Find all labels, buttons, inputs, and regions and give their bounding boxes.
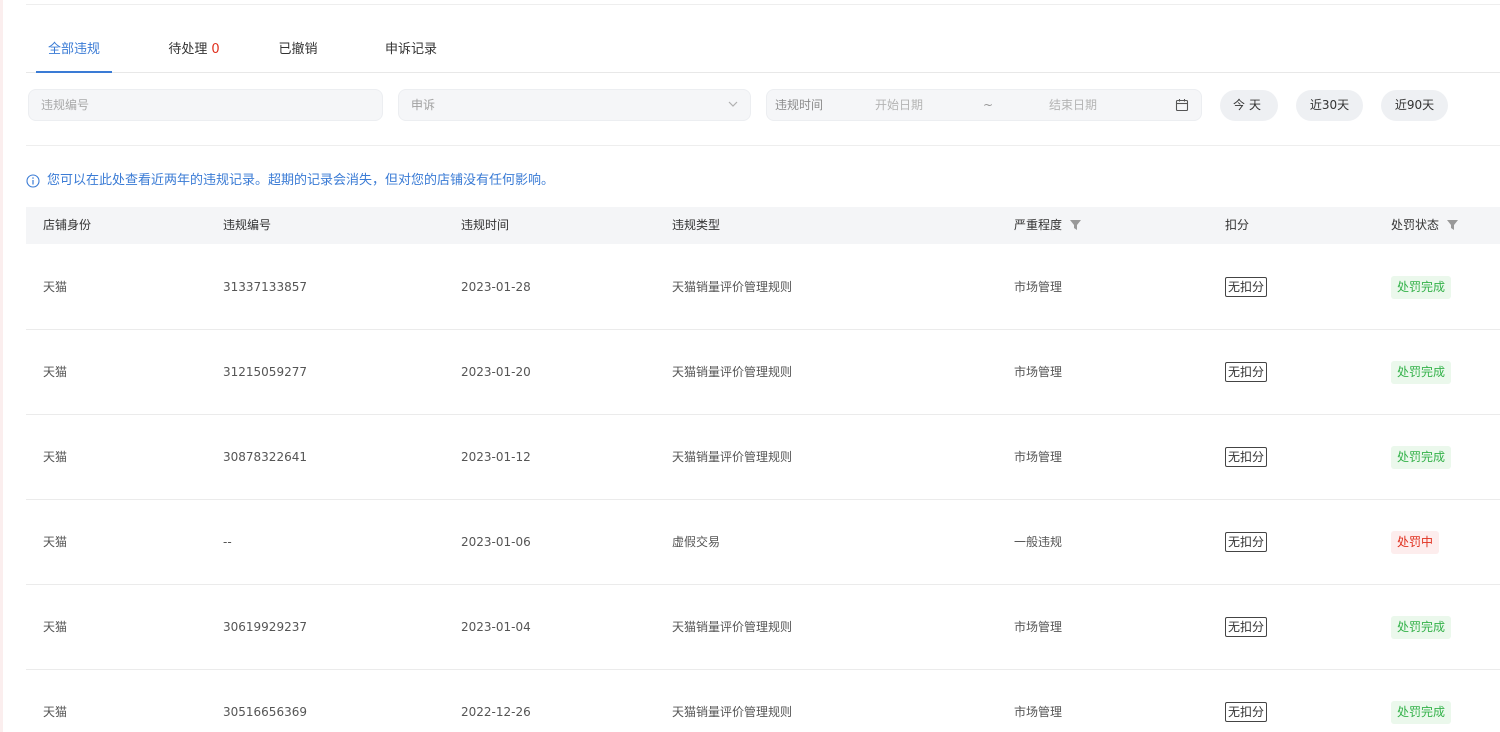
column-header-score: 扣分 — [1225, 218, 1250, 232]
end-date-input[interactable]: 结束日期 — [1049, 90, 1097, 120]
cell-violation-id: 30619929237 — [223, 620, 307, 634]
column-header-violation-type: 违规类型 — [672, 218, 721, 232]
cell-shop: 天猫 — [43, 365, 68, 379]
cell-violation-id: 30516656369 — [223, 705, 307, 719]
score-tag: 无扣分 — [1225, 447, 1268, 467]
cell-severity: 市场管理 — [1014, 280, 1063, 294]
table-row[interactable]: 天猫 31215059277 2023-01-20 天猫销量评价管理规则 市场管理 无扣分… — [26, 330, 1500, 415]
top-divider — [26, 4, 1500, 5]
cell-violation-date: 2023-01-06 — [461, 535, 531, 549]
penalty-status-badge: 处罚完成 — [1391, 616, 1452, 639]
penalty-status-badge: 处罚中 — [1391, 531, 1440, 554]
violation-id-input[interactable] — [29, 90, 382, 120]
tab-appeal-records[interactable]: 申诉记录 — [380, 30, 442, 73]
date-range-label: 违规时间 — [775, 98, 824, 112]
cell-severity: 市场管理 — [1014, 620, 1063, 634]
cell-severity: 市场管理 — [1014, 365, 1063, 379]
filter-icon[interactable] — [1447, 220, 1459, 230]
violations-page: 全部违规 待处理0 已撤销 申诉记录 申诉 违规时间 开始日期 ~ 结束日期 — [0, 0, 1500, 732]
cell-violation-id: 31215059277 — [223, 365, 307, 379]
left-gutter — [0, 0, 3, 732]
appeal-select-value: 申诉 — [411, 98, 436, 112]
score-tag: 无扣分 — [1225, 277, 1268, 297]
tab-bar: 全部违规 待处理 0 已撤销 申诉记录 — [26, 30, 1500, 73]
table-row[interactable]: 天猫 30878322641 2023-01-12 天猫销量评价管理规则 市场管理 无扣分… — [26, 415, 1500, 500]
tab-label: 全部违规 — [47, 42, 100, 57]
cell-severity: 一般违规 — [1014, 535, 1063, 549]
column-header-severity-label: 严重程度 — [1014, 218, 1063, 232]
cell-violation-type: 天猫销量评价管理规则 — [672, 280, 793, 294]
column-header-severity: 严重程度 — [1014, 207, 1082, 244]
cell-shop: 天猫 — [43, 450, 68, 464]
quick-range-90-days-button[interactable]: 近90天 — [1381, 90, 1448, 121]
table-row[interactable]: 天猫 30516656369 2022-12-26 天猫销量评价管理规则 市场管理 无扣分… — [26, 670, 1500, 732]
cell-violation-type: 天猫销量评价管理规则 — [672, 450, 793, 464]
date-range-picker[interactable]: 违规时间 开始日期 ~ 结束日期 — [766, 89, 1202, 121]
tab-all-violations[interactable]: 全部违规 — [36, 30, 112, 73]
quick-range-30-days-button[interactable]: 近30天 — [1296, 90, 1363, 121]
cell-shop: 天猫 — [43, 535, 68, 549]
cell-violation-id: 31337133857 — [223, 280, 307, 294]
column-header-shop: 店铺身份 — [43, 218, 92, 232]
column-header-violation-id: 违规编号 — [223, 218, 272, 232]
cell-violation-date: 2022-12-26 — [461, 705, 531, 719]
score-tag: 无扣分 — [1225, 617, 1268, 637]
date-separator: ~ — [983, 98, 994, 112]
filter-divider — [26, 145, 1500, 146]
pending-count-badge: 0 — [211, 42, 220, 57]
cell-shop: 天猫 — [43, 620, 68, 634]
cell-violation-date: 2023-01-28 — [461, 280, 531, 294]
column-header-penalty-status: 处罚状态 — [1391, 207, 1459, 244]
cell-violation-id: 30878322641 — [223, 450, 307, 464]
violation-id-filter — [28, 89, 383, 121]
tab-label: 已撤销 — [278, 42, 318, 57]
quick-range-today-button[interactable]: 今天 — [1220, 90, 1278, 121]
penalty-status-badge: 处罚完成 — [1391, 276, 1452, 299]
cell-violation-type: 天猫销量评价管理规则 — [672, 620, 793, 634]
cell-violation-id: -- — [223, 535, 232, 549]
cell-violation-date: 2023-01-12 — [461, 450, 531, 464]
cell-violation-type: 天猫销量评价管理规则 — [672, 705, 793, 719]
penalty-status-badge: 处罚完成 — [1391, 701, 1452, 724]
score-tag: 无扣分 — [1225, 362, 1268, 382]
tab-label: 待处理 — [168, 42, 208, 57]
score-tag: 无扣分 — [1225, 532, 1268, 552]
cell-severity: 市场管理 — [1014, 450, 1063, 464]
filter-icon[interactable] — [1070, 220, 1082, 230]
cell-shop: 天猫 — [43, 705, 68, 719]
appeal-select[interactable]: 申诉 — [398, 89, 751, 121]
start-date-input[interactable]: 开始日期 — [875, 90, 923, 120]
cell-violation-type: 天猫销量评价管理规则 — [672, 365, 793, 379]
table-row[interactable]: 天猫 30619929237 2023-01-04 天猫销量评价管理规则 市场管理 无扣分… — [26, 585, 1500, 670]
chevron-down-icon — [728, 101, 738, 107]
cell-violation-date: 2023-01-04 — [461, 620, 531, 634]
column-header-status-label: 处罚状态 — [1391, 218, 1440, 232]
penalty-status-badge: 处罚完成 — [1391, 361, 1452, 384]
cell-severity: 市场管理 — [1014, 705, 1063, 719]
table-header: 店铺身份 违规编号 违规时间 违规类型 严重程度 扣分 处罚状态 — [26, 207, 1500, 244]
tab-label: 申诉记录 — [384, 42, 437, 57]
tab-revoked[interactable]: 已撤销 — [274, 30, 322, 73]
table-row[interactable]: 天猫 -- 2023-01-06 虚假交易 一般违规 无扣分 处罚中 — [26, 500, 1500, 585]
cell-violation-type: 虚假交易 — [672, 535, 721, 549]
score-tag: 无扣分 — [1225, 702, 1268, 722]
notice-text: 您可以在此处查看近两年的违规记录。超期的记录会消失，但对您的店铺没有任何影响。 — [47, 173, 555, 188]
column-header-violation-date: 违规时间 — [461, 218, 510, 232]
info-icon — [26, 174, 40, 188]
table-row[interactable]: 天猫 31337133857 2023-01-28 天猫销量评价管理规则 市场管理 无扣分… — [26, 245, 1500, 330]
penalty-status-badge: 处罚完成 — [1391, 446, 1452, 469]
tab-pending[interactable]: 待处理 0 — [159, 30, 229, 73]
cell-shop: 天猫 — [43, 280, 68, 294]
calendar-icon — [1175, 99, 1189, 112]
cell-violation-date: 2023-01-20 — [461, 365, 531, 379]
